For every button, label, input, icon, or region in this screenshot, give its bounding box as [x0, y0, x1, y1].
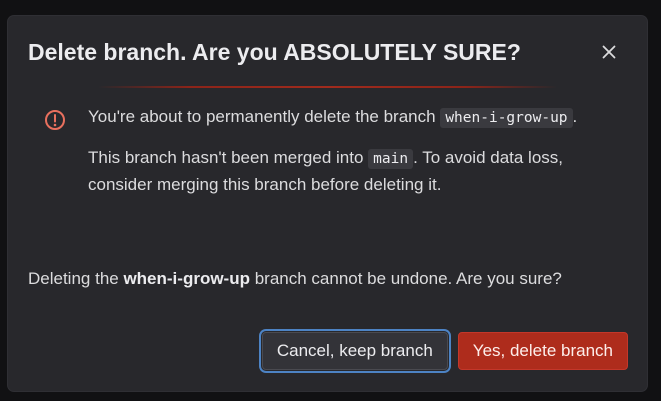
close-icon [602, 45, 616, 59]
target-branch-code: main [368, 149, 414, 169]
modal-header: Delete branch. Are you ABSOLUTELY SURE? [28, 36, 627, 72]
header-divider [98, 86, 557, 88]
modal-title: Delete branch. Are you ABSOLUTELY SURE? [28, 39, 521, 65]
alert-message: You're about to permanently delete the b… [88, 104, 600, 131]
alert-merge-warning: This branch hasn't been merged into main… [88, 145, 600, 198]
warning-circle-icon [45, 110, 65, 130]
confirm-suffix: branch cannot be undone. Are you sure? [249, 269, 562, 288]
close-button[interactable] [595, 38, 623, 66]
delete-branch-modal: Delete branch. Are you ABSOLUTELY SURE? … [8, 16, 647, 391]
confirm-branch-name: when-i-grow-up [123, 269, 250, 288]
alert-body: You're about to permanently delete the b… [88, 104, 600, 212]
alert-text-suffix: . [572, 107, 578, 126]
branch-name-code: when-i-grow-up [440, 108, 573, 128]
delete-branch-button[interactable]: Yes, delete branch [457, 332, 628, 370]
merge-warning-text: This branch hasn't been merged into [88, 148, 369, 167]
confirm-prefix: Deleting the [28, 269, 124, 288]
alert-text: You're about to permanently delete the b… [88, 107, 441, 126]
modal-footer: Cancel, keep branch Yes, delete branch [261, 332, 628, 370]
confirmation-text: Deleting the when-i-grow-up branch canno… [28, 266, 638, 292]
cancel-button[interactable]: Cancel, keep branch [261, 332, 448, 370]
